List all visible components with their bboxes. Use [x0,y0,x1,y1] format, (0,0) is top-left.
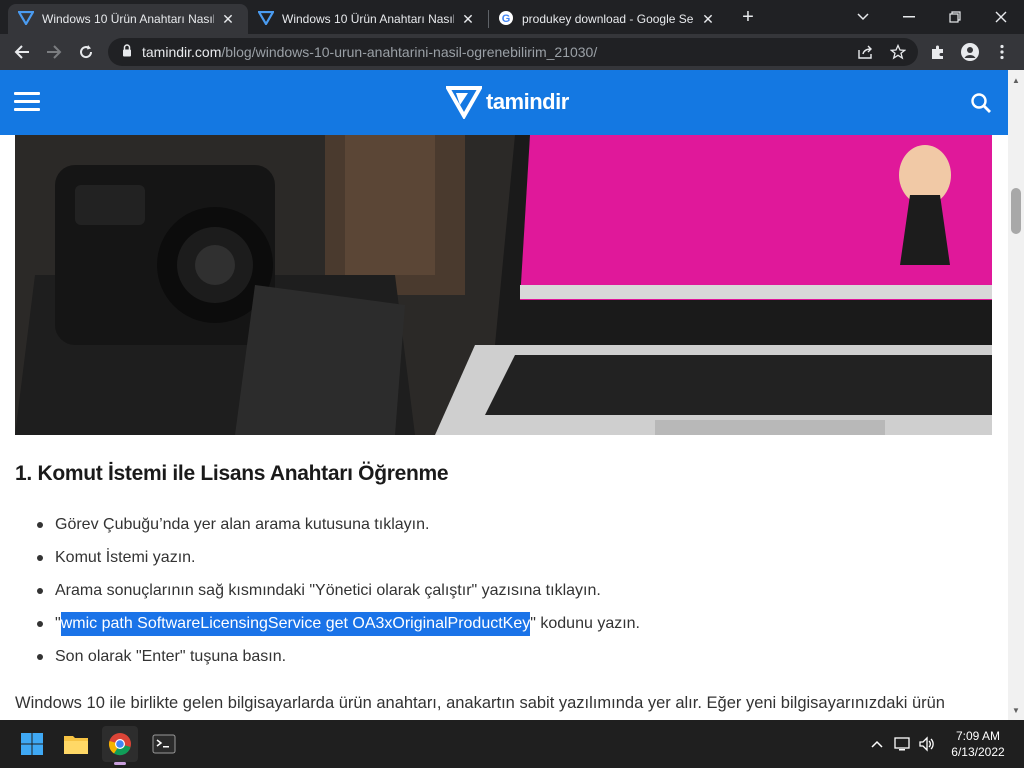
screen: Windows 10 Ürün Anahtarı Nasıl ✕ Windows… [0,0,1024,768]
profile-avatar-icon[interactable] [956,38,984,66]
tab-title: Windows 10 Ürün Anahtarı Nasıl [282,12,454,26]
tab-title: Windows 10 Ürün Anahtarı Nasıl [42,12,214,26]
network-icon[interactable] [892,732,914,756]
tab-2[interactable]: Windows 10 Ürün Anahtarı Nasıl ✕ [248,4,488,34]
scroll-up-arrow-icon[interactable]: ▲ [1008,72,1024,88]
reload-button[interactable] [72,38,100,66]
web-page: tamindir 1. Komut İstemi ile Lisans Anah… [0,70,1008,720]
section-heading: 1. Komut İstemi ile Lisans Anahtarı Öğre… [15,462,449,485]
list-item: "wmic path SoftwareLicensingService get … [37,612,640,646]
list-item-text: " kodunu yazın. [530,615,640,632]
close-icon[interactable]: ✕ [460,11,476,28]
url-path: /blog/windows-10-urun-anahtarini-nasil-o… [221,44,598,60]
close-icon[interactable]: ✕ [700,11,716,28]
list-item: Komut İstemi yazın. [37,547,640,580]
search-icon[interactable] [970,92,992,114]
chevron-up-icon[interactable] [866,732,888,756]
close-icon[interactable]: ✕ [220,11,236,28]
bookmark-star-icon[interactable] [884,38,912,66]
list-item: Görev Çubuğu’nda yer alan arama kutusuna… [37,514,640,547]
file-explorer-icon[interactable] [58,726,94,762]
article-hero-image [15,135,992,435]
volume-icon[interactable] [916,732,938,756]
article-paragraph: Windows 10 ile birlikte gelen bilgisayar… [15,694,945,712]
address-bar[interactable]: tamindir.com/blog/windows-10-urun-anahta… [108,38,918,66]
back-button[interactable] [8,38,36,66]
close-window-button[interactable] [978,0,1024,34]
taskbar-clock[interactable]: 7:09 AM 6/13/2022 [938,728,1018,760]
windows-taskbar: 7:09 AM 6/13/2022 [0,720,1024,768]
tab-strip: Windows 10 Ürün Anahtarı Nasıl ✕ Windows… [0,0,1024,34]
hamburger-menu-icon[interactable] [14,92,40,112]
clock-date: 6/13/2022 [951,745,1005,759]
tamindir-logo-icon [446,86,482,119]
logo-text: tamindir [486,89,569,114]
clock-time: 7:09 AM [955,729,1001,743]
terminal-icon[interactable] [146,726,182,762]
page-scrollbar[interactable]: ▲ ▼ [1008,70,1024,720]
google-icon: G [498,10,514,29]
lock-icon [122,44,132,60]
share-icon[interactable] [852,38,880,66]
active-app-indicator [114,762,126,765]
forward-button[interactable] [40,38,68,66]
tab-1[interactable]: Windows 10 Ürün Anahtarı Nasıl ✕ [8,4,248,34]
selected-text[interactable]: wmic path SoftwareLicensingService get O… [60,612,531,636]
minimize-button[interactable] [886,0,932,34]
tab-3[interactable]: G produkey download - Google Se ✕ [488,4,728,34]
browser-toolbar: tamindir.com/blog/windows-10-urun-anahta… [0,34,1024,70]
list-item: Arama sonuçlarının sağ kısmındaki "Yönet… [37,580,640,613]
windows-start-icon[interactable] [14,726,50,762]
steps-list: Görev Çubuğu’nda yer alan arama kutusuna… [37,514,640,679]
new-tab-button[interactable]: + [736,6,760,30]
svg-text:G: G [502,13,511,25]
site-header: tamindir [0,70,1008,135]
list-item: Son olarak "Enter" tuşuna basın. [37,646,640,679]
chrome-icon[interactable] [102,726,138,765]
site-logo[interactable]: tamindir [446,84,569,120]
quote-mark: " [55,615,61,632]
tamindir-icon [257,10,275,28]
restore-button[interactable] [932,0,978,34]
tab-title: produkey download - Google Se [522,12,694,26]
url-host: tamindir.com [142,44,222,60]
tab-search-icon[interactable] [840,0,886,34]
extensions-puzzle-icon[interactable] [924,38,952,66]
scroll-down-arrow-icon[interactable]: ▼ [1008,702,1024,718]
tamindir-icon [17,10,35,28]
kebab-menu-icon[interactable] [988,38,1016,66]
scrollbar-thumb[interactable] [1011,188,1021,234]
